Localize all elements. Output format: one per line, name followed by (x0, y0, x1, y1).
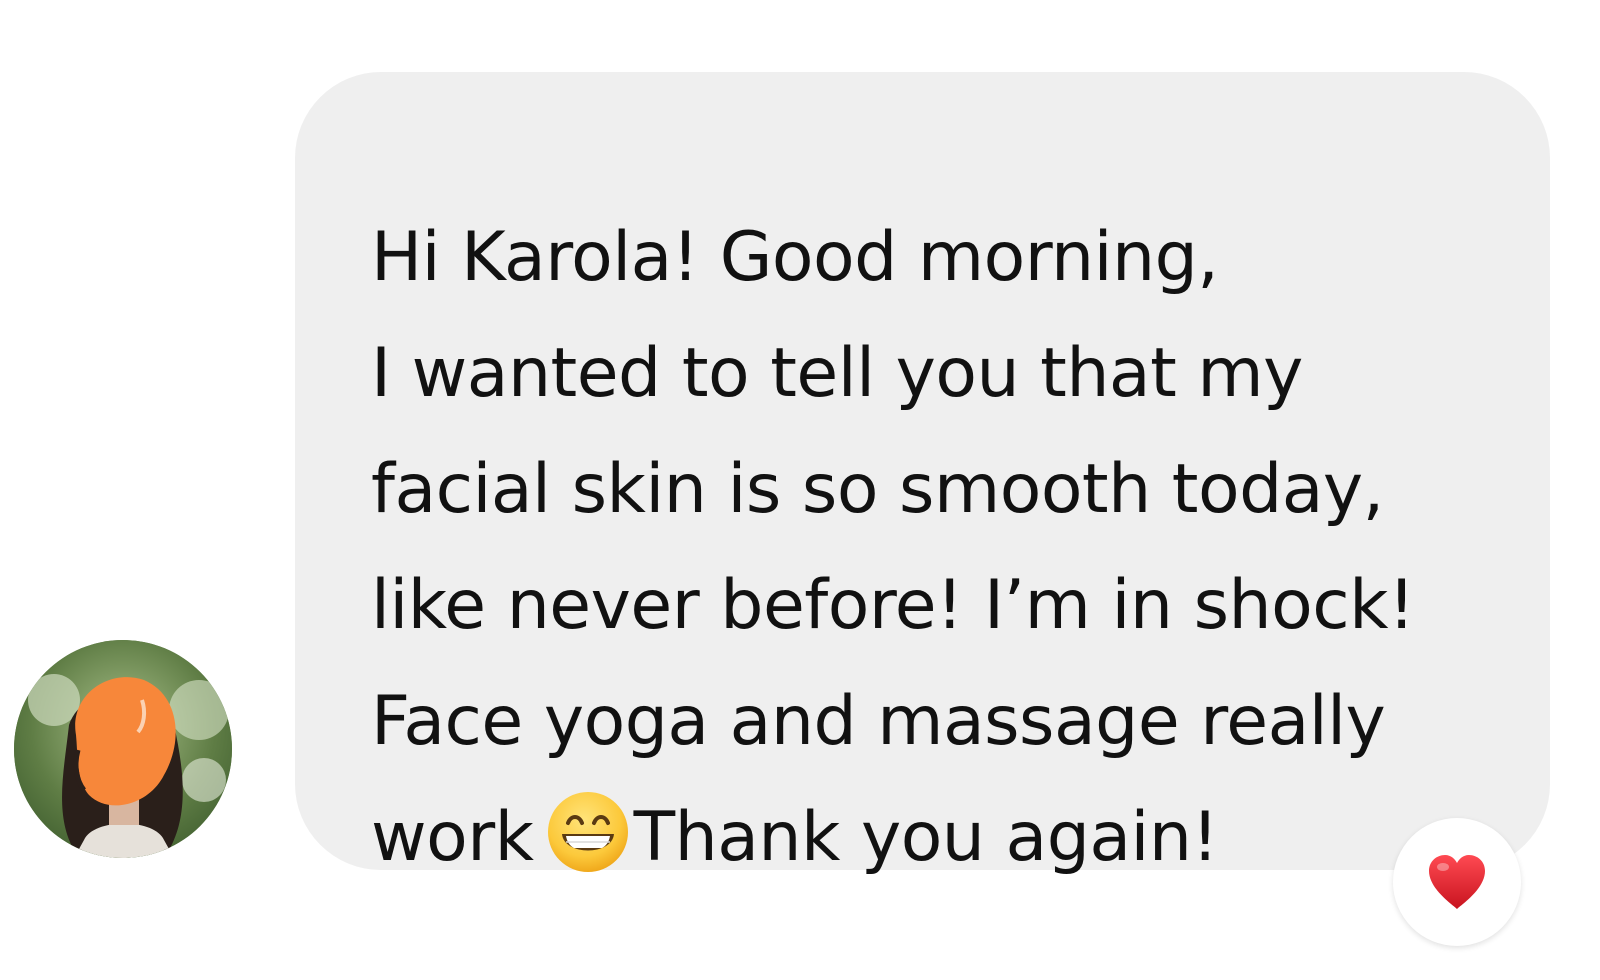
message-line: like never before! I’m in shock! (371, 566, 1415, 645)
grinning-face-with-smiling-eyes-icon (547, 792, 628, 872)
chat-message-row: Hi Karola! Good morning, I wanted to tel… (0, 0, 1600, 980)
message-text-before-emoji: work (371, 798, 534, 877)
message-line: facial skin is so smooth today, (371, 450, 1384, 529)
avatar[interactable] (14, 640, 232, 858)
message-line: Hi Karola! Good morning, (371, 218, 1219, 297)
message-line: I wanted to tell you that my (371, 334, 1303, 413)
avatar-photo (14, 640, 232, 858)
message-text-after-emoji: Thank you again! (633, 798, 1219, 877)
message-bubble[interactable]: Hi Karola! Good morning, I wanted to tel… (295, 72, 1550, 877)
message-last-line: work Thank you again! (371, 780, 1510, 896)
reaction-badge[interactable] (1393, 818, 1521, 946)
red-heart-icon (1429, 855, 1485, 909)
message-line: Face yoga and massage really (371, 682, 1386, 761)
